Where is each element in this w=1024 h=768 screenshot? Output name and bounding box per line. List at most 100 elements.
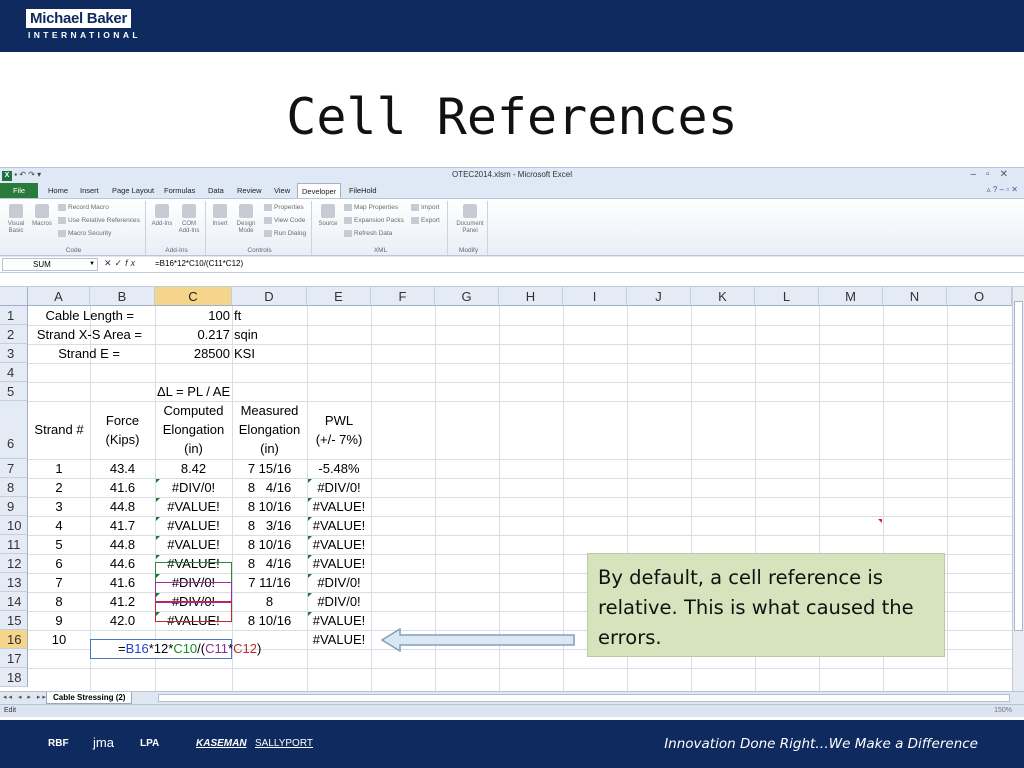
column-header-f[interactable]: F: [371, 287, 435, 306]
cell-pwl[interactable]: #DIV/0!: [307, 573, 371, 592]
cell-pwl[interactable]: #VALUE!: [307, 611, 371, 630]
cell-pwl[interactable]: #VALUE!: [307, 554, 371, 573]
cell-pwl[interactable]: #VALUE!: [307, 497, 371, 516]
row-header-15[interactable]: 15: [0, 611, 28, 630]
column-header-b[interactable]: B: [90, 287, 155, 306]
import-button[interactable]: Import: [411, 204, 439, 211]
strand-e-label[interactable]: Strand E =: [28, 344, 153, 363]
tab-developer[interactable]: Developer: [297, 183, 342, 198]
row-header-3[interactable]: 3: [0, 344, 28, 363]
view-code-button[interactable]: View Code: [264, 217, 305, 224]
header-strand[interactable]: Strand #: [28, 420, 90, 439]
column-header-a[interactable]: A: [28, 287, 90, 306]
cell-strand[interactable]: 3: [28, 497, 90, 516]
row16-strand[interactable]: 10: [28, 630, 90, 649]
column-header-h[interactable]: H: [499, 287, 563, 306]
use-relative-references-button[interactable]: Use Relative References: [58, 217, 140, 224]
row-header-2[interactable]: 2: [0, 325, 28, 344]
strand-e-value[interactable]: 28500: [155, 344, 230, 363]
export-button[interactable]: Export: [411, 217, 440, 224]
cell-force[interactable]: 44.8: [90, 497, 155, 516]
row-header-10[interactable]: 10: [0, 516, 28, 535]
macros-button[interactable]: Macros: [30, 204, 54, 228]
editing-cell-b16[interactable]: =B16*12*C10/(C11*C12): [90, 639, 261, 659]
visual-basic-button[interactable]: Visual Basic: [4, 204, 28, 235]
tab-insert[interactable]: Insert: [76, 183, 103, 198]
cell-measured[interactable]: 8 10/16: [232, 611, 307, 630]
sheet-tab-cable-stressing[interactable]: Cable Stressing (2): [46, 692, 133, 704]
row16-pwl[interactable]: #VALUE!: [307, 630, 371, 649]
macro-security-button[interactable]: Macro Security: [58, 230, 111, 237]
tab-formulas[interactable]: Formulas: [160, 183, 199, 198]
column-header-c[interactable]: C: [155, 287, 232, 306]
cell-measured[interactable]: 7 11/16: [232, 573, 307, 592]
cell-strand[interactable]: 9: [28, 611, 90, 630]
cell-measured[interactable]: 8: [232, 592, 307, 611]
source-button[interactable]: Source: [316, 204, 340, 228]
run-dialog-button[interactable]: Run Dialog: [264, 230, 306, 237]
row-header-17[interactable]: 17: [0, 649, 28, 668]
strand-area-label[interactable]: Strand X-S Area =: [28, 325, 153, 344]
cell-measured[interactable]: 7 15/16: [232, 459, 307, 478]
row-header-11[interactable]: 11: [0, 535, 28, 554]
cell-force[interactable]: 42.0: [90, 611, 155, 630]
cell-strand[interactable]: 5: [28, 535, 90, 554]
sheet-nav-arrows[interactable]: ◂◂ ◂ ▸ ▸▸: [3, 693, 48, 701]
cell-measured[interactable]: 8 4/16: [232, 478, 307, 497]
tab-page-layout[interactable]: Page Layout: [108, 183, 158, 198]
cell-measured[interactable]: 8 10/16: [232, 497, 307, 516]
equation-label[interactable]: ΔL = PL / AE: [157, 382, 297, 401]
horizontal-scrollbar[interactable]: [158, 694, 1010, 702]
refresh-data-button[interactable]: Refresh Data: [344, 230, 392, 237]
tab-home[interactable]: Home: [44, 183, 72, 198]
row-header-13[interactable]: 13: [0, 573, 28, 592]
insert-control-button[interactable]: Insert: [208, 204, 232, 228]
row-header-1[interactable]: 1: [0, 306, 28, 325]
help-icon[interactable]: ▵ ? – ▫ ✕: [987, 185, 1018, 194]
cell-measured[interactable]: 8 10/16: [232, 535, 307, 554]
column-header-n[interactable]: N: [883, 287, 947, 306]
row-header-6[interactable]: 6: [0, 401, 28, 459]
vertical-scrollbar[interactable]: [1012, 287, 1024, 691]
row-header-14[interactable]: 14: [0, 592, 28, 611]
tab-data[interactable]: Data: [204, 183, 228, 198]
properties-button[interactable]: Properties: [264, 204, 304, 211]
column-header-e[interactable]: E: [307, 287, 371, 306]
cell-strand[interactable]: 4: [28, 516, 90, 535]
column-header-i[interactable]: I: [563, 287, 627, 306]
cell-pwl[interactable]: #DIV/0!: [307, 592, 371, 611]
cell-force[interactable]: 41.6: [90, 573, 155, 592]
cell-computed[interactable]: #VALUE!: [155, 516, 232, 535]
chevron-down-icon[interactable]: ▼: [89, 259, 95, 270]
cell-strand[interactable]: 1: [28, 459, 90, 478]
name-box[interactable]: SUM ▼: [2, 258, 98, 271]
cable-length-value[interactable]: 100: [155, 306, 230, 325]
cell-force[interactable]: 41.7: [90, 516, 155, 535]
cell-pwl[interactable]: -5.48%: [307, 459, 371, 478]
cell-strand[interactable]: 8: [28, 592, 90, 611]
column-header-j[interactable]: J: [627, 287, 691, 306]
map-properties-button[interactable]: Map Properties: [344, 204, 398, 211]
row-header-7[interactable]: 7: [0, 459, 28, 478]
column-header-o[interactable]: O: [947, 287, 1012, 306]
addins-button[interactable]: Add-Ins: [150, 204, 174, 228]
row-header-4[interactable]: 4: [0, 363, 28, 382]
column-header-l[interactable]: L: [755, 287, 819, 306]
zoom-level[interactable]: 150%: [994, 707, 1012, 714]
insert-function-button[interactable]: fx: [125, 258, 138, 268]
cell-pwl[interactable]: #VALUE!: [307, 516, 371, 535]
column-header-m[interactable]: M: [819, 287, 883, 306]
strand-e-unit[interactable]: KSI: [234, 344, 306, 363]
cell-computed[interactable]: #DIV/0!: [155, 478, 232, 497]
row-header-8[interactable]: 8: [0, 478, 28, 497]
cable-length-unit[interactable]: ft: [234, 306, 306, 325]
select-all-corner[interactable]: [0, 287, 28, 306]
cell-force[interactable]: 44.6: [90, 554, 155, 573]
cell-computed[interactable]: #VALUE!: [155, 497, 232, 516]
scrollbar-thumb[interactable]: [1014, 301, 1023, 631]
tab-review[interactable]: Review: [233, 183, 266, 198]
design-mode-button[interactable]: Design Mode: [234, 204, 258, 235]
cell-pwl[interactable]: #VALUE!: [307, 535, 371, 554]
strand-area-value[interactable]: 0.217: [155, 325, 230, 344]
row-header-5[interactable]: 5: [0, 382, 28, 401]
